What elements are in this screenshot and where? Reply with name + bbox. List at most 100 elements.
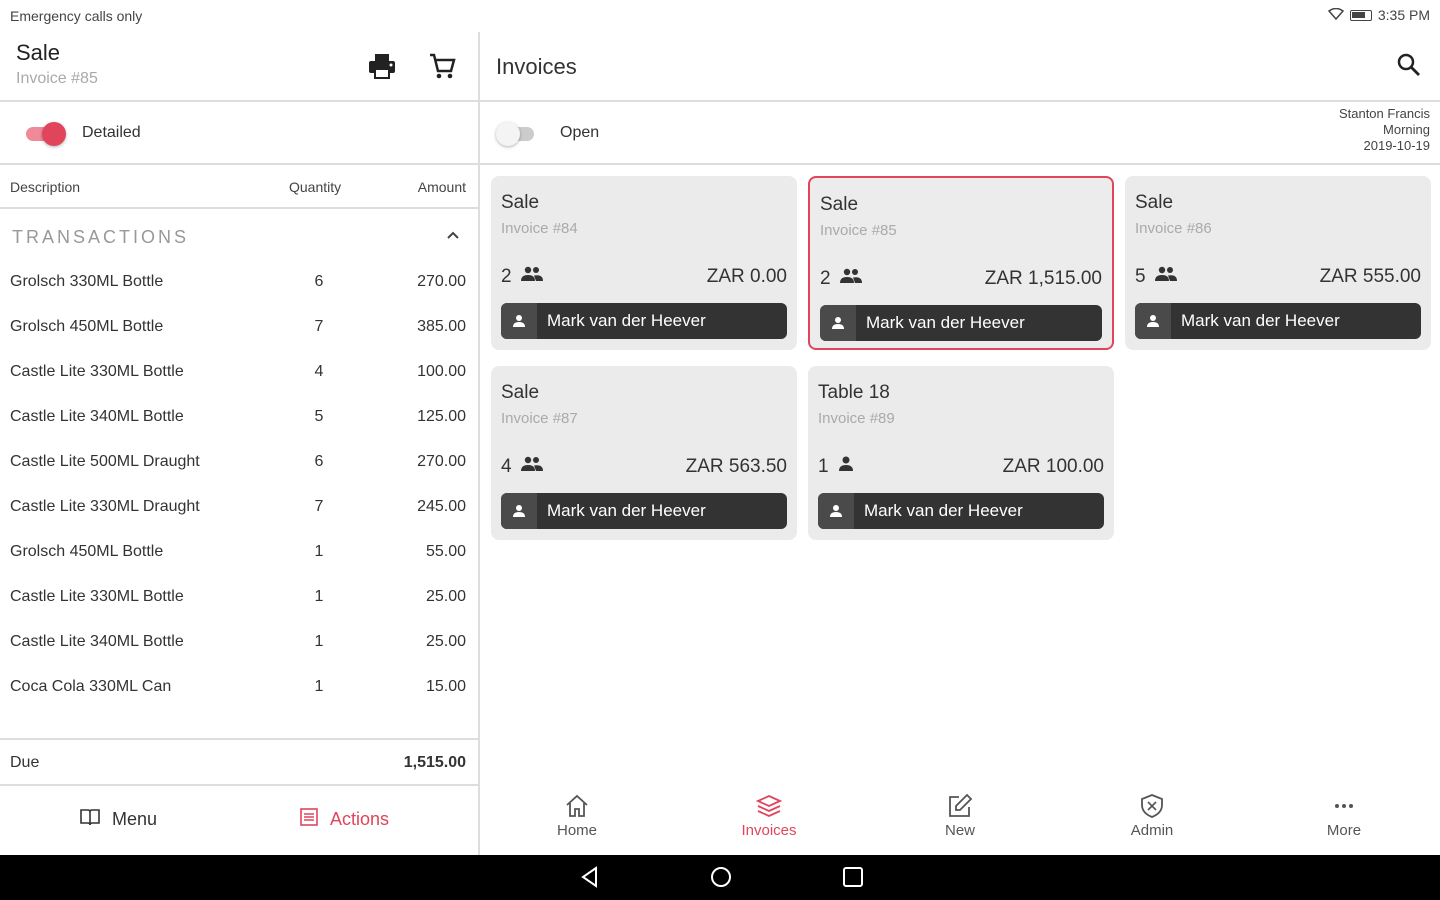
clock: 3:35 PM — [1377, 7, 1430, 23]
nav-item-home[interactable]: Home — [517, 792, 637, 839]
guest-count: 2 — [501, 266, 512, 287]
nav-item-more[interactable]: More — [1284, 792, 1404, 839]
order-actions-bar: Menu Actions — [0, 786, 478, 855]
home-button-icon[interactable] — [709, 865, 733, 894]
user-icon — [501, 303, 537, 339]
card-user-button[interactable]: Mark van der Heever — [501, 303, 787, 339]
card-amount: ZAR 555.00 — [1319, 266, 1421, 287]
item-description: Castle Lite 340ML Bottle — [10, 633, 184, 650]
transaction-row[interactable]: Coca Cola 330ML Can 1 15.00 — [0, 666, 478, 711]
user-icon — [501, 493, 537, 529]
guest-count: 1 — [818, 456, 829, 477]
status-bar: Emergency calls only 3:35 PM — [0, 0, 1440, 32]
invoice-card[interactable]: Sale Invoice #86 5 ZAR 555.00 Mark van der H… — [1125, 176, 1431, 350]
edit-icon — [900, 792, 1020, 820]
transactions-list: Grolsch 330ML Bottle 6 270.00 Grolsch 450ML… — [0, 261, 478, 711]
detailed-toggle[interactable] — [26, 122, 66, 146]
transaction-row[interactable]: Grolsch 330ML Bottle 6 270.00 — [0, 261, 478, 306]
nav-label: Invoices — [741, 822, 797, 839]
nav-item-new[interactable]: New — [900, 792, 1020, 839]
item-quantity: 6 — [314, 273, 324, 290]
card-user-name: Mark van der Heever — [547, 311, 706, 330]
card-guests: 4 — [501, 456, 544, 478]
nav-label: More — [1326, 822, 1362, 839]
transactions-section-header[interactable]: TRANSACTIONS — [0, 209, 478, 261]
card-user-button[interactable]: Mark van der Heever — [818, 493, 1104, 529]
actions-button[interactable]: Actions — [300, 808, 389, 831]
nav-item-invoices[interactable]: Invoices — [709, 792, 829, 839]
item-quantity: 4 — [314, 363, 324, 380]
card-invoice-number: Invoice #85 — [820, 222, 897, 239]
print-icon[interactable] — [366, 50, 398, 82]
recents-icon[interactable] — [841, 865, 865, 894]
card-invoice-number: Invoice #87 — [501, 410, 578, 427]
column-description: Description — [10, 179, 81, 195]
card-user-name: Mark van der Heever — [866, 313, 1025, 332]
item-description: Castle Lite 340ML Bottle — [10, 408, 184, 425]
item-amount: 100.00 — [417, 363, 466, 380]
shield-icon — [1092, 792, 1212, 820]
nav-label: Admin — [1130, 822, 1174, 839]
invoice-card[interactable]: Sale Invoice #87 4 ZAR 563.50 Mark van der H… — [491, 366, 797, 540]
transaction-row[interactable]: Grolsch 450ML Bottle 7 385.00 — [0, 306, 478, 351]
transaction-row[interactable]: Castle Lite 330ML Draught 7 245.00 — [0, 486, 478, 531]
item-quantity: 7 — [314, 318, 324, 335]
card-user-button[interactable]: Mark van der Heever — [1135, 303, 1421, 339]
section-title: TRANSACTIONS — [12, 227, 190, 247]
card-user-name: Mark van der Heever — [547, 501, 706, 520]
item-quantity: 1 — [314, 588, 324, 605]
cart-icon[interactable] — [426, 50, 458, 82]
order-panel: Sale Invoice #85 Detailed Description Qu… — [0, 32, 480, 855]
card-user-name: Mark van der Heever — [864, 501, 1023, 520]
user-icon — [820, 305, 856, 341]
chevron-up-icon[interactable] — [446, 227, 460, 243]
item-quantity: 6 — [314, 453, 324, 470]
nav-label: New — [944, 822, 975, 839]
invoices-panel: Invoices Open Stanton Francis Morning 20… — [480, 32, 1440, 855]
item-description: Castle Lite 330ML Bottle — [10, 588, 184, 605]
card-title: Sale — [820, 194, 859, 215]
due-value: 1,515.00 — [403, 754, 466, 771]
invoice-card[interactable]: Sale Invoice #85 2 ZAR 1,515.00 Mark van der… — [808, 176, 1114, 350]
order-invoice-number: Invoice #85 — [16, 70, 98, 87]
search-icon[interactable] — [1396, 52, 1422, 83]
item-amount: 15.00 — [425, 678, 466, 695]
shift-name: Morning — [1383, 122, 1430, 137]
transaction-row[interactable]: Castle Lite 330ML Bottle 1 25.00 — [0, 576, 478, 621]
session-date: 2019-10-19 — [1363, 138, 1431, 153]
open-toggle-row: Open Stanton Francis Morning 2019-10-19 — [480, 102, 1440, 165]
card-user-button[interactable]: Mark van der Heever — [820, 305, 1102, 341]
people-icon — [520, 456, 544, 478]
card-guests: 5 — [1135, 266, 1178, 288]
people-icon — [1154, 266, 1178, 288]
card-title: Sale — [501, 192, 540, 213]
item-description: Grolsch 450ML Bottle — [10, 318, 164, 335]
transaction-row[interactable]: Castle Lite 500ML Draught 6 270.00 — [0, 441, 478, 486]
more-icon — [1284, 792, 1404, 820]
item-quantity: 1 — [314, 678, 324, 695]
due-label: Due — [10, 754, 40, 771]
invoice-card[interactable]: Table 18 Invoice #89 1 ZAR 100.00 Mark van d… — [808, 366, 1114, 540]
transaction-row[interactable]: Castle Lite 330ML Bottle 4 100.00 — [0, 351, 478, 396]
guest-count: 5 — [1135, 266, 1146, 287]
guest-count: 2 — [820, 268, 831, 289]
transaction-row[interactable]: Castle Lite 340ML Bottle 5 125.00 — [0, 396, 478, 441]
column-header: Description Quantity Amount — [0, 165, 478, 209]
item-amount: 25.00 — [425, 588, 466, 605]
transaction-row[interactable]: Castle Lite 340ML Bottle 1 25.00 — [0, 621, 478, 666]
card-amount: ZAR 0.00 — [706, 266, 787, 287]
open-toggle[interactable] — [496, 122, 536, 146]
item-description: Grolsch 330ML Bottle — [10, 273, 164, 290]
invoice-card[interactable]: Sale Invoice #84 2 ZAR 0.00 Mark van der Hee… — [491, 176, 797, 350]
nav-item-admin[interactable]: Admin — [1092, 792, 1212, 839]
card-invoice-number: Invoice #84 — [501, 220, 578, 237]
item-quantity: 5 — [314, 408, 324, 425]
item-quantity: 7 — [314, 498, 324, 515]
invoices-title: Invoices — [496, 54, 577, 79]
back-icon[interactable] — [578, 865, 602, 894]
card-user-button[interactable]: Mark van der Heever — [501, 493, 787, 529]
menu-button[interactable]: Menu — [80, 808, 157, 831]
detailed-toggle-row: Detailed — [0, 102, 478, 165]
transaction-row[interactable]: Grolsch 450ML Bottle 1 55.00 — [0, 531, 478, 576]
item-amount: 55.00 — [425, 543, 466, 560]
